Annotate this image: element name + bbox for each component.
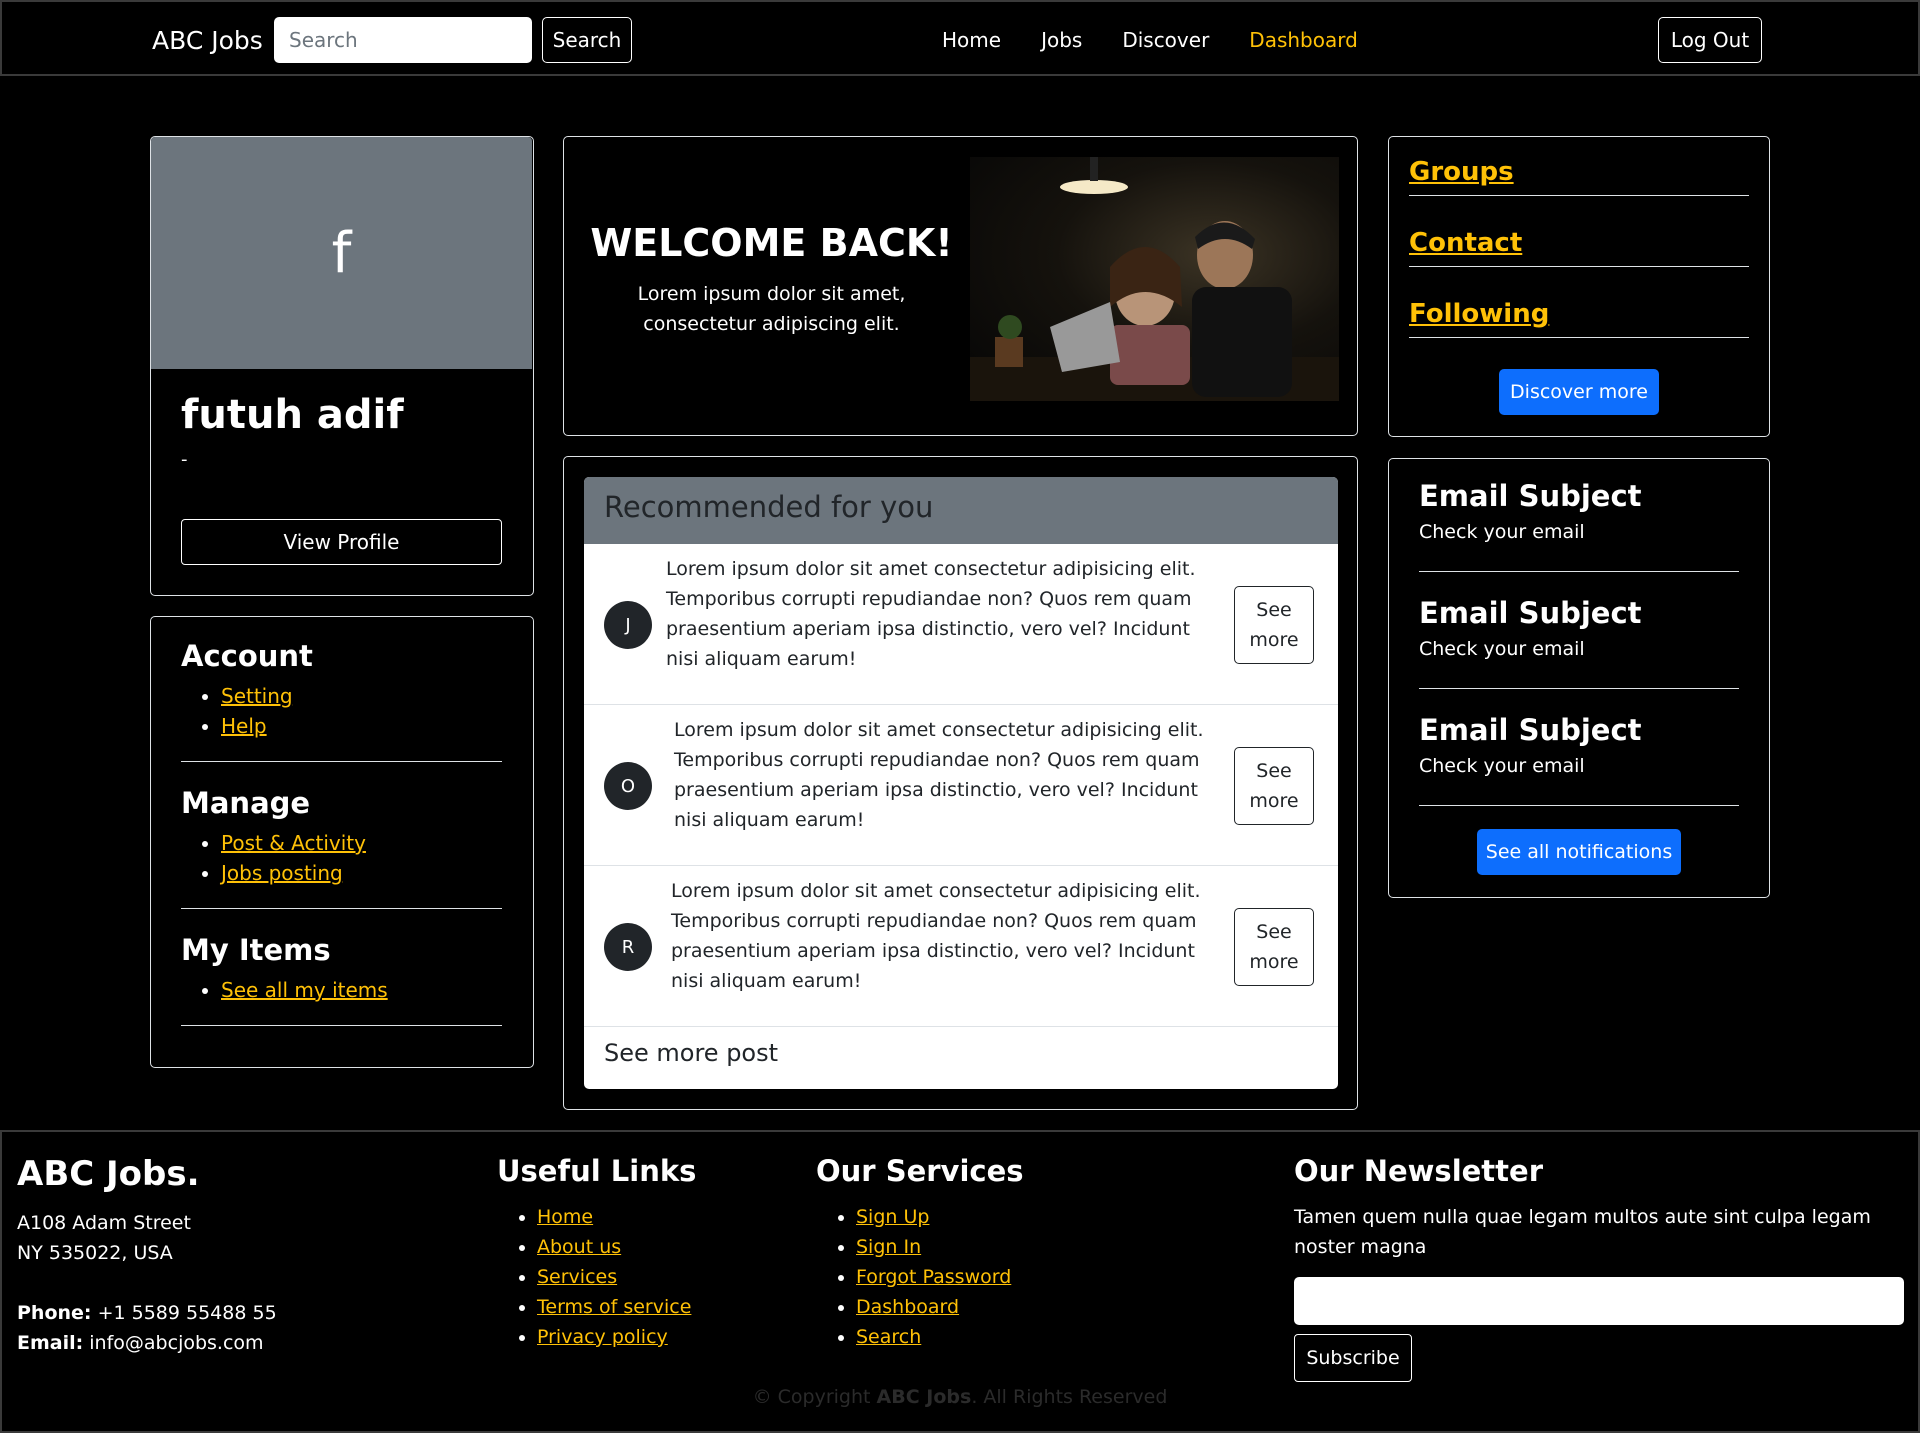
menu-section-title: Manage (181, 786, 311, 820)
see-all-notifications-button[interactable]: See all notifications (1477, 829, 1681, 875)
recommended-panel: Recommended for you J Lorem ipsum dolor … (584, 477, 1338, 1089)
discover-more-button[interactable]: Discover more (1499, 369, 1659, 415)
avatar: J (604, 601, 652, 649)
welcome-text: Lorem ipsum dolor sit amet, consectetur … (637, 283, 906, 335)
recommended-title: Recommended for you (584, 477, 1338, 544)
list-item: O Lorem ipsum dolor sit amet consectetur… (584, 705, 1338, 866)
notification-text: Check your email (1419, 521, 1585, 543)
footer-link-about[interactable]: About us (537, 1236, 621, 1258)
notifications-card: Email Subject Check your email Email Sub… (1388, 458, 1770, 898)
profile-cover: f (151, 137, 532, 369)
see-more-button[interactable]: See more (1234, 586, 1314, 664)
footer-link-services[interactable]: Services (537, 1266, 617, 1288)
footer-link-terms[interactable]: Terms of service (537, 1296, 691, 1318)
list-item: J Lorem ipsum dolor sit amet consectetur… (584, 544, 1338, 705)
brand-logo[interactable]: ABC Jobs (152, 26, 263, 55)
search-button[interactable]: Search (542, 17, 632, 63)
menu-section-account: Account Setting Help (181, 639, 502, 762)
footer-brand: ABC Jobs. (17, 1154, 200, 1194)
quick-links-card: Groups Contact Following Discover more (1388, 136, 1770, 437)
recommended-text: Lorem ipsum dolor sit amet consectetur a… (674, 719, 1204, 831)
notification-text: Check your email (1419, 638, 1585, 660)
footer-email: info@abcjobs.com (89, 1332, 264, 1354)
nav-discover[interactable]: Discover (1122, 28, 1209, 52)
menu-link-help[interactable]: Help (221, 714, 267, 738)
nav-links: Home Jobs Discover Dashboard (942, 28, 1358, 52)
footer-link-sign-up[interactable]: Sign Up (856, 1206, 929, 1228)
footer-link-sign-in[interactable]: Sign In (856, 1236, 921, 1258)
nav-home[interactable]: Home (942, 28, 1001, 52)
copyright-prefix: © Copyright (752, 1386, 871, 1408)
notification-subject: Email Subject (1419, 596, 1642, 630)
footer-link-search[interactable]: Search (856, 1326, 921, 1348)
footer-address-line2: NY 535022, USA (17, 1242, 173, 1264)
nav-jobs[interactable]: Jobs (1041, 28, 1082, 52)
welcome-card: WELCOME BACK! Lorem ipsum dolor sit amet… (563, 136, 1358, 436)
menu-link-post-activity[interactable]: Post & Activity (221, 831, 366, 855)
avatar: R (604, 923, 652, 971)
logout-button[interactable]: Log Out (1658, 17, 1762, 63)
menu-section-title: Account (181, 639, 313, 673)
footer-phone: +1 5589 55488 55 (97, 1302, 277, 1324)
footer-link-privacy[interactable]: Privacy policy (537, 1326, 668, 1348)
footer-newsletter: Our Newsletter Tamen quem nulla quae leg… (1294, 1154, 1904, 1262)
search-input[interactable] (274, 17, 532, 63)
welcome-image (970, 157, 1339, 401)
following-link[interactable]: Following (1409, 299, 1749, 338)
footer-services: Our Services Sign Up Sign In Forgot Pass… (816, 1154, 1024, 1352)
view-profile-button[interactable]: View Profile (181, 519, 502, 565)
footer-address-line1: A108 Adam Street (17, 1212, 191, 1234)
notification-item[interactable]: Email Subject Check your email (1419, 576, 1739, 689)
copyright: © Copyright ABC Jobs. All Rights Reserve… (0, 1386, 1920, 1408)
services-title: Our Services (816, 1154, 1024, 1188)
profile-initial: f (331, 220, 352, 286)
welcome-title: WELCOME BACK! (590, 221, 953, 265)
footer-phone-label: Phone: (17, 1302, 92, 1324)
notification-subject: Email Subject (1419, 713, 1642, 747)
see-more-button[interactable]: See more (1234, 747, 1314, 825)
newsletter-text: Tamen quem nulla quae legam multos aute … (1294, 1206, 1871, 1258)
nav-dashboard[interactable]: Dashboard (1249, 28, 1358, 52)
office-scene-image (970, 157, 1339, 401)
recommended-text: Lorem ipsum dolor sit amet consectetur a… (666, 558, 1196, 670)
notification-item[interactable]: Email Subject Check your email (1419, 693, 1739, 806)
notification-text: Check your email (1419, 755, 1585, 777)
recommended-text: Lorem ipsum dolor sit amet consectetur a… (671, 880, 1201, 992)
account-menu-card: Account Setting Help Manage Post & Activ… (150, 616, 534, 1068)
navbar: ABC Jobs Search Home Jobs Discover Dashb… (0, 0, 1920, 76)
menu-link-setting[interactable]: Setting (221, 684, 293, 708)
profile-card: f futuh adif - View Profile (150, 136, 534, 596)
footer-email-label: Email: (17, 1332, 84, 1354)
newsletter-email-input[interactable] (1294, 1277, 1904, 1325)
copyright-brand: ABC Jobs (876, 1386, 972, 1408)
copyright-suffix: . All Rights Reserved (971, 1386, 1168, 1408)
subscribe-button[interactable]: Subscribe (1294, 1334, 1412, 1382)
see-more-button[interactable]: See more (1234, 908, 1314, 986)
footer-link-home[interactable]: Home (537, 1206, 593, 1228)
list-item: R Lorem ipsum dolor sit amet consectetur… (584, 866, 1338, 1027)
useful-links-title: Useful Links (497, 1154, 697, 1188)
recommended-card: Recommended for you J Lorem ipsum dolor … (563, 456, 1358, 1110)
menu-section-title: My Items (181, 933, 331, 967)
menu-section-manage: Manage Post & Activity Jobs posting (181, 786, 502, 909)
avatar: O (604, 762, 652, 810)
menu-link-jobs-posting[interactable]: Jobs posting (221, 861, 343, 885)
menu-section-my-items: My Items See all my items (181, 933, 502, 1026)
footer-link-forgot-password[interactable]: Forgot Password (856, 1266, 1011, 1288)
contact-link[interactable]: Contact (1409, 228, 1749, 267)
groups-link[interactable]: Groups (1409, 157, 1749, 196)
newsletter-title: Our Newsletter (1294, 1154, 1543, 1188)
menu-link-see-all-items[interactable]: See all my items (221, 978, 388, 1002)
footer-link-dashboard[interactable]: Dashboard (856, 1296, 959, 1318)
profile-subtitle: - (181, 449, 188, 470)
see-more-post-link[interactable]: See more post (584, 1027, 1338, 1079)
notification-subject: Email Subject (1419, 479, 1642, 513)
footer-useful-links: Useful Links Home About us Services Term… (497, 1154, 696, 1352)
profile-name: futuh adif (181, 392, 404, 438)
notification-item[interactable]: Email Subject Check your email (1419, 459, 1739, 572)
footer-contact: ABC Jobs. A108 Adam Street NY 535022, US… (17, 1154, 277, 1358)
